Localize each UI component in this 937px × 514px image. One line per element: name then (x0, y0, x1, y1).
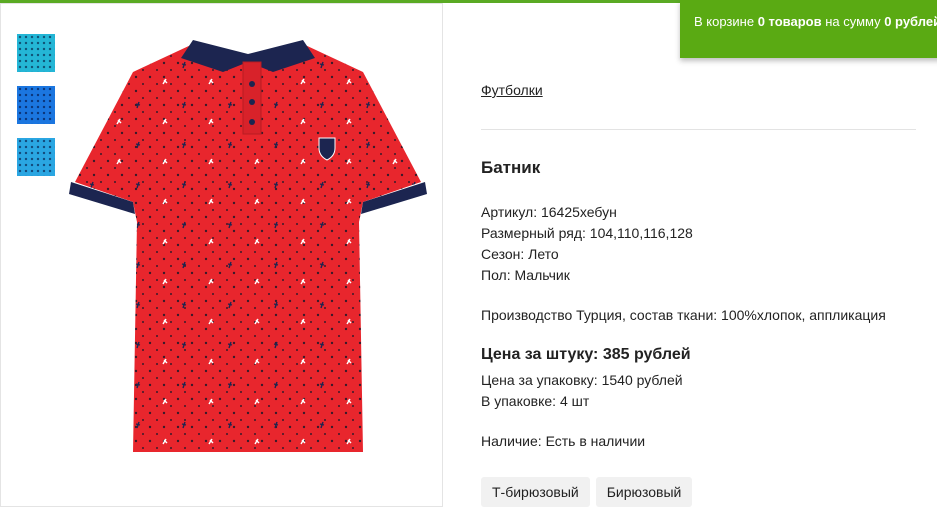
product-image[interactable] (63, 32, 433, 457)
thumbnail-list (17, 34, 57, 190)
cart-middle: на сумму (821, 14, 885, 29)
cart-prefix: В корзине (694, 14, 758, 29)
cart-count: 0 товаров (757, 14, 822, 29)
product-description: Производство Турция, состав ткани: 100%х… (481, 307, 886, 323)
cart-sum: 0 рублей (884, 14, 937, 29)
pack-pricing: Цена за упаковку: 1540 рублей В упаковке… (481, 370, 683, 412)
season: Сезон: Лето (481, 246, 559, 262)
divider (481, 129, 916, 130)
color-option-turquoise[interactable]: Бирюзовый (595, 477, 693, 507)
product-gallery (0, 3, 443, 507)
color-options: Т-бирюзовый Бирюзовый (481, 477, 693, 507)
thumbnail-blue[interactable] (17, 86, 55, 124)
cart-summary-banner[interactable]: В корзине 0 товаров на сумму 0 рублей (680, 0, 937, 58)
availability-status: Наличие: Есть в наличии (481, 433, 646, 449)
article: Артикул: 16425хебун (481, 204, 617, 220)
product-title: Батник (481, 158, 541, 177)
thumbnail-turquoise[interactable] (17, 34, 55, 72)
category-link[interactable]: Футболки (481, 82, 543, 98)
product-properties: Артикул: 16425хебун Размерный ряд: 104,1… (481, 202, 693, 286)
size-range: Размерный ряд: 104,110,116,128 (481, 225, 693, 241)
color-option-t-turquoise[interactable]: Т-бирюзовый (481, 477, 590, 507)
pack-quantity: В упаковке: 4 шт (481, 393, 590, 409)
price-per-pack: Цена за упаковку: 1540 рублей (481, 372, 683, 388)
thumbnail-light-blue[interactable] (17, 138, 55, 176)
gender: Пол: Мальчик (481, 267, 570, 283)
price-per-item: Цена за штуку: 385 рублей (481, 346, 691, 363)
